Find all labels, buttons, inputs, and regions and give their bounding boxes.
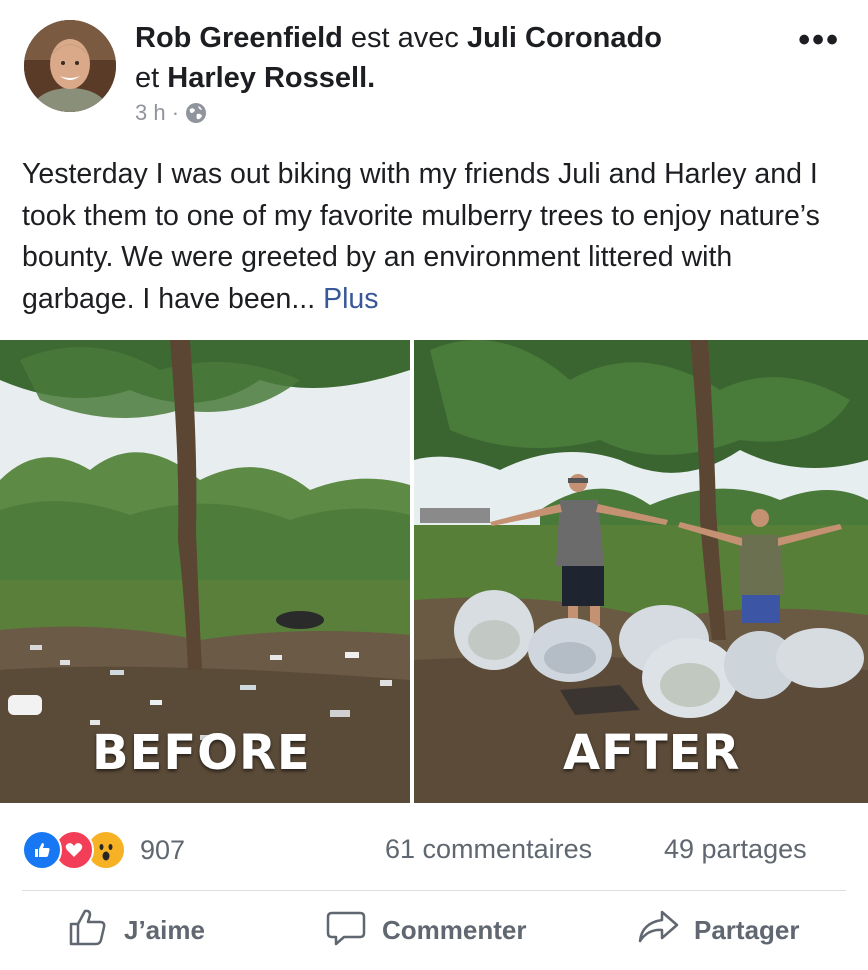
post-body: Yesterday I was out biking with my frien…	[22, 158, 820, 315]
share-label: Partager	[694, 915, 800, 945]
post-header: Rob Greenfield est avec Juli Coronado et…	[0, 0, 868, 140]
reactions-summary[interactable]: 907	[22, 830, 185, 870]
see-more-link[interactable]: Plus	[323, 283, 378, 315]
author-line: Rob Greenfield est avec Juli Coronado et…	[135, 18, 775, 98]
shares-count[interactable]: 49 partages	[664, 834, 807, 865]
post-meta: 3 h ·	[135, 100, 207, 126]
after-label: AFTER	[563, 725, 741, 781]
with-text: est avec	[350, 22, 459, 54]
share-button[interactable]: Partager	[636, 905, 800, 956]
comment-label: Commenter	[382, 915, 527, 945]
like-icon	[22, 830, 62, 870]
before-label: BEFORE	[92, 725, 311, 781]
author-name[interactable]: Rob Greenfield	[135, 22, 343, 54]
thumbs-up-icon	[66, 905, 110, 956]
globe-icon	[185, 102, 207, 124]
like-label: J’aime	[124, 915, 205, 945]
tagged-friend-2[interactable]: Harley Rossell.	[167, 62, 375, 94]
reaction-count: 907	[140, 834, 186, 865]
like-button[interactable]: J’aime	[66, 905, 205, 956]
and-text: et	[135, 62, 160, 94]
timestamp[interactable]: 3 h ·	[135, 100, 179, 126]
comments-count[interactable]: 61 commentaires	[385, 834, 592, 865]
post-stats: 907 61 commentaires 49 partages	[0, 803, 868, 893]
share-icon	[636, 905, 680, 956]
action-bar: J’aime Commenter Partager	[0, 891, 868, 970]
post-text: Yesterday I was out biking with my frien…	[22, 154, 847, 320]
more-options-button[interactable]: •••	[798, 23, 840, 57]
tagged-friend-1[interactable]: Juli Coronado	[467, 22, 662, 54]
comment-button[interactable]: Commenter	[324, 905, 526, 956]
facebook-post: Rob Greenfield est avec Juli Coronado et…	[0, 0, 868, 970]
avatar[interactable]	[24, 20, 116, 112]
comment-icon	[324, 905, 368, 956]
post-photo[interactable]: BEFORE AFTER	[0, 340, 868, 803]
